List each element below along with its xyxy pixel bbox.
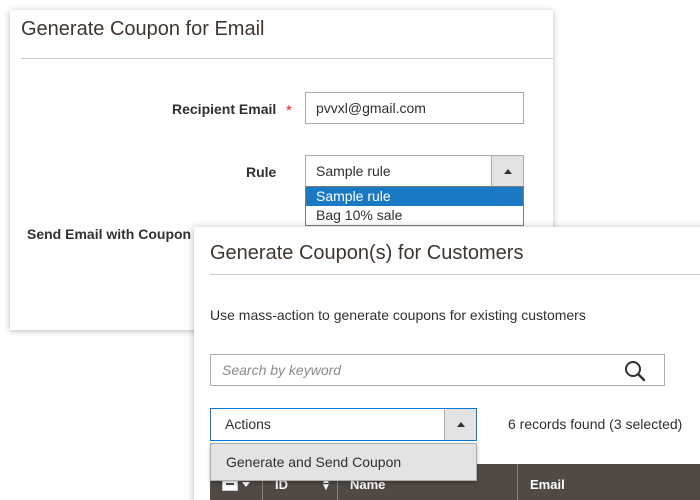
rule-select-toggle[interactable] — [491, 156, 523, 186]
action-generate-send-coupon[interactable]: Generate and Send Coupon — [226, 454, 401, 470]
keyword-search-input[interactable]: Search by keyword — [210, 354, 665, 386]
rule-select[interactable]: Sample rule — [305, 155, 524, 187]
recipient-email-input[interactable]: pvvxl@gmail.com — [305, 92, 524, 124]
search-placeholder: Search by keyword — [222, 362, 342, 378]
actions-menu: Generate and Send Coupon — [210, 443, 477, 481]
panel-description: Use mass-action to generate coupons for … — [210, 307, 586, 323]
column-label: Email — [530, 477, 565, 492]
records-count: 6 records found (3 selected) — [508, 416, 683, 432]
chevron-down-icon[interactable] — [242, 482, 250, 487]
column-header-email[interactable]: Email — [517, 464, 700, 500]
rule-dropdown-list: Sample rule Bag 10% sale — [305, 186, 524, 226]
chevron-up-icon — [504, 169, 512, 174]
actions-dropdown-toggle[interactable] — [444, 409, 476, 440]
panel-title: Generate Coupon(s) for Customers — [210, 242, 524, 264]
rule-select-value: Sample rule — [316, 163, 391, 179]
actions-label: Actions — [225, 416, 271, 432]
rule-option[interactable]: Bag 10% sale — [306, 206, 523, 225]
recipient-email-label: Recipient Email — [172, 101, 277, 117]
title-divider — [210, 274, 700, 275]
rule-option[interactable]: Sample rule — [306, 187, 523, 206]
search-icon[interactable] — [624, 360, 646, 387]
send-email-label: Send Email with Coupon — [27, 226, 192, 242]
chevron-up-icon — [457, 422, 465, 427]
rule-label: Rule — [246, 164, 277, 180]
panel-title: Generate Coupon for Email — [21, 18, 265, 40]
required-star: * — [286, 102, 292, 119]
actions-dropdown[interactable]: Actions — [210, 408, 477, 441]
generate-coupons-customers-panel: Generate Coupon(s) for Customers Use mas… — [194, 227, 700, 500]
indeterminate-icon — [226, 483, 234, 485]
title-divider — [21, 58, 553, 59]
